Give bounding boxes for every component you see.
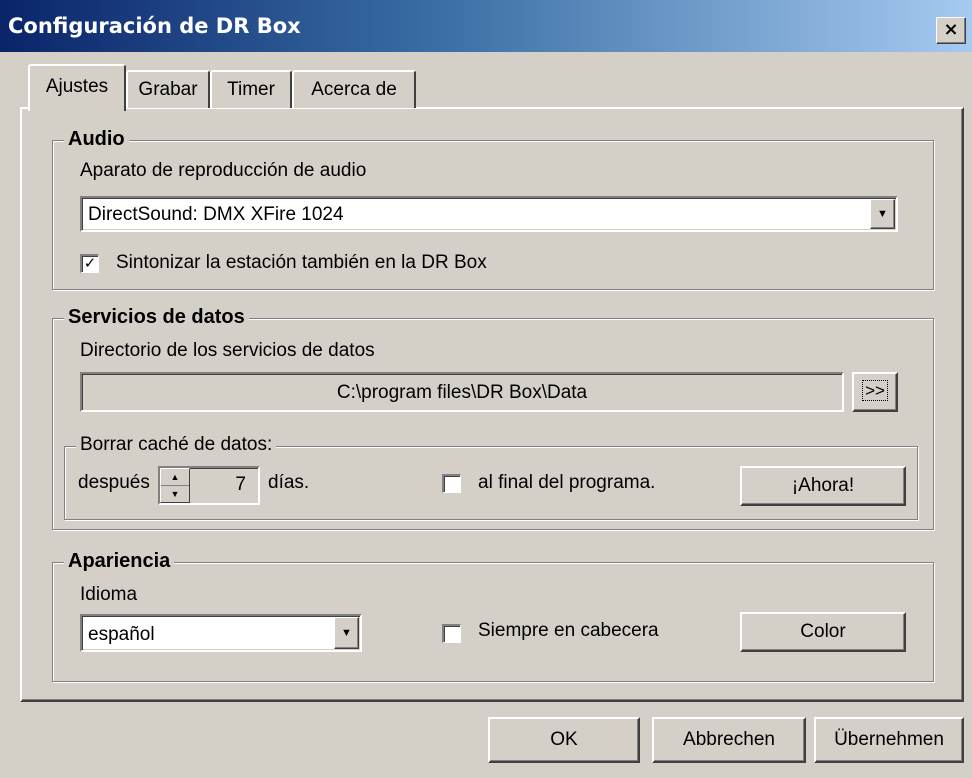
language-value: español — [88, 624, 155, 645]
days-value: 7 — [235, 474, 246, 495]
ok-button[interactable]: OK — [488, 717, 640, 763]
tab-ajustes[interactable]: Ajustes — [28, 64, 126, 111]
cache-group-title: Borrar caché de datos: — [76, 434, 277, 456]
audio-device-select[interactable]: DirectSound: DMX XFire 1024 ▼ — [80, 196, 898, 232]
window-title: Configuración de DR Box — [8, 14, 301, 38]
close-icon: × — [943, 19, 959, 40]
spin-down-icon[interactable]: ▼ — [161, 486, 189, 502]
after-label: después — [78, 472, 150, 493]
browse-label: >> — [862, 380, 888, 401]
always-on-top-checkbox[interactable] — [442, 624, 461, 643]
color-button[interactable]: Color — [740, 612, 906, 652]
browse-button[interactable]: >> — [852, 372, 898, 412]
chevron-down-icon[interactable]: ▼ — [870, 199, 895, 229]
always-on-top-text: Siempre en cabecera — [478, 620, 659, 641]
appearance-group-title: Apariencia — [64, 550, 175, 573]
tab-acerca-de[interactable]: Acerca de — [292, 70, 416, 108]
spin-buttons[interactable]: ▲ ▼ — [160, 468, 190, 503]
data-dir-field[interactable]: C:\program files\DR Box\Data — [80, 372, 844, 412]
clear-now-button[interactable]: ¡Ahora! — [740, 466, 906, 506]
tab-grabar[interactable]: Grabar — [126, 70, 210, 108]
language-select[interactable]: español ▼ — [80, 614, 362, 652]
tab-timer[interactable]: Timer — [210, 70, 292, 108]
days-label: días. — [268, 472, 310, 493]
audio-device-label: Aparato de reproducción de audio — [80, 160, 367, 181]
language-label: Idioma — [80, 584, 138, 605]
data-services-group-title: Servicios de datos — [64, 306, 249, 329]
chevron-down-icon[interactable]: ▼ — [334, 617, 359, 649]
audio-group-title: Audio — [64, 128, 129, 151]
spin-up-icon[interactable]: ▲ — [161, 469, 189, 486]
end-of-program-label[interactable]: al final del programa. — [478, 472, 655, 494]
tune-checkbox[interactable]: ✓ — [80, 254, 99, 273]
close-button[interactable]: × — [936, 17, 966, 44]
always-on-top-label[interactable]: Siempre en cabecera — [478, 620, 659, 642]
apply-button[interactable]: Übernehmen — [814, 717, 964, 763]
end-of-program-checkbox[interactable] — [442, 474, 461, 493]
cancel-button[interactable]: Abbrechen — [652, 717, 806, 763]
tune-label[interactable]: Sintonizar la estación también en la DR … — [116, 252, 487, 274]
days-spinner[interactable]: ▲ ▼ 7 — [158, 466, 260, 505]
audio-device-value: DirectSound: DMX XFire 1024 — [88, 204, 344, 225]
data-dir-label: Directorio de los servicios de datos — [80, 340, 375, 361]
data-dir-value: C:\program files\DR Box\Data — [336, 382, 588, 403]
